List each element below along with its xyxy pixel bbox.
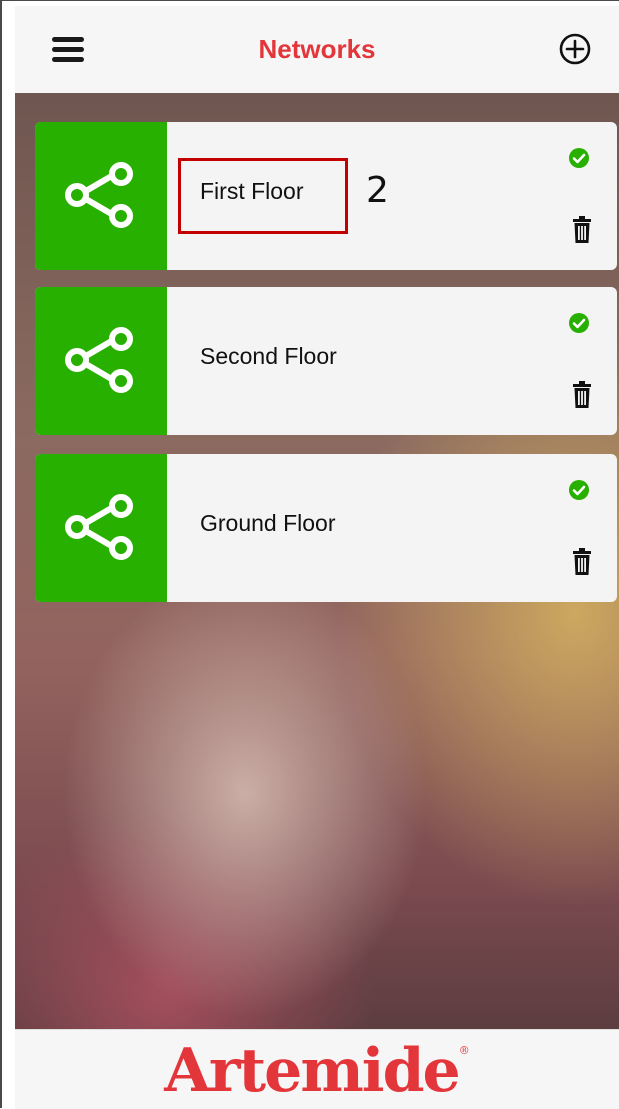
- network-card-ground-floor[interactable]: Ground Floor: [35, 454, 617, 602]
- check-circle-icon: [569, 480, 589, 500]
- footer: Artemide®: [15, 1029, 619, 1109]
- page-title: Networks: [258, 34, 376, 64]
- registered-mark: ®: [458, 1044, 470, 1057]
- share-network-icon: [65, 327, 133, 393]
- network-card-second-floor[interactable]: Second Floor: [35, 287, 617, 435]
- check-circle-icon: [569, 313, 589, 333]
- network-name: Second Floor: [200, 343, 337, 369]
- network-tile: [35, 287, 167, 435]
- brand-name: Artemide: [164, 1036, 460, 1106]
- share-network-icon: [65, 494, 133, 560]
- network-tile: [35, 122, 167, 270]
- share-network-icon: [65, 162, 133, 228]
- trash-icon[interactable]: [572, 548, 592, 576]
- plus-circle-icon[interactable]: [558, 32, 592, 66]
- brand-logo: Artemide®: [15, 1036, 619, 1106]
- top-bar: Networks: [15, 6, 619, 94]
- annotation-number: 2: [366, 170, 389, 211]
- trash-icon[interactable]: [572, 216, 592, 244]
- network-tile: [35, 454, 167, 602]
- check-circle-icon: [569, 148, 589, 168]
- annotation-highlight-box: [178, 158, 348, 234]
- network-name: Ground Floor: [200, 510, 336, 536]
- trash-icon[interactable]: [572, 381, 592, 409]
